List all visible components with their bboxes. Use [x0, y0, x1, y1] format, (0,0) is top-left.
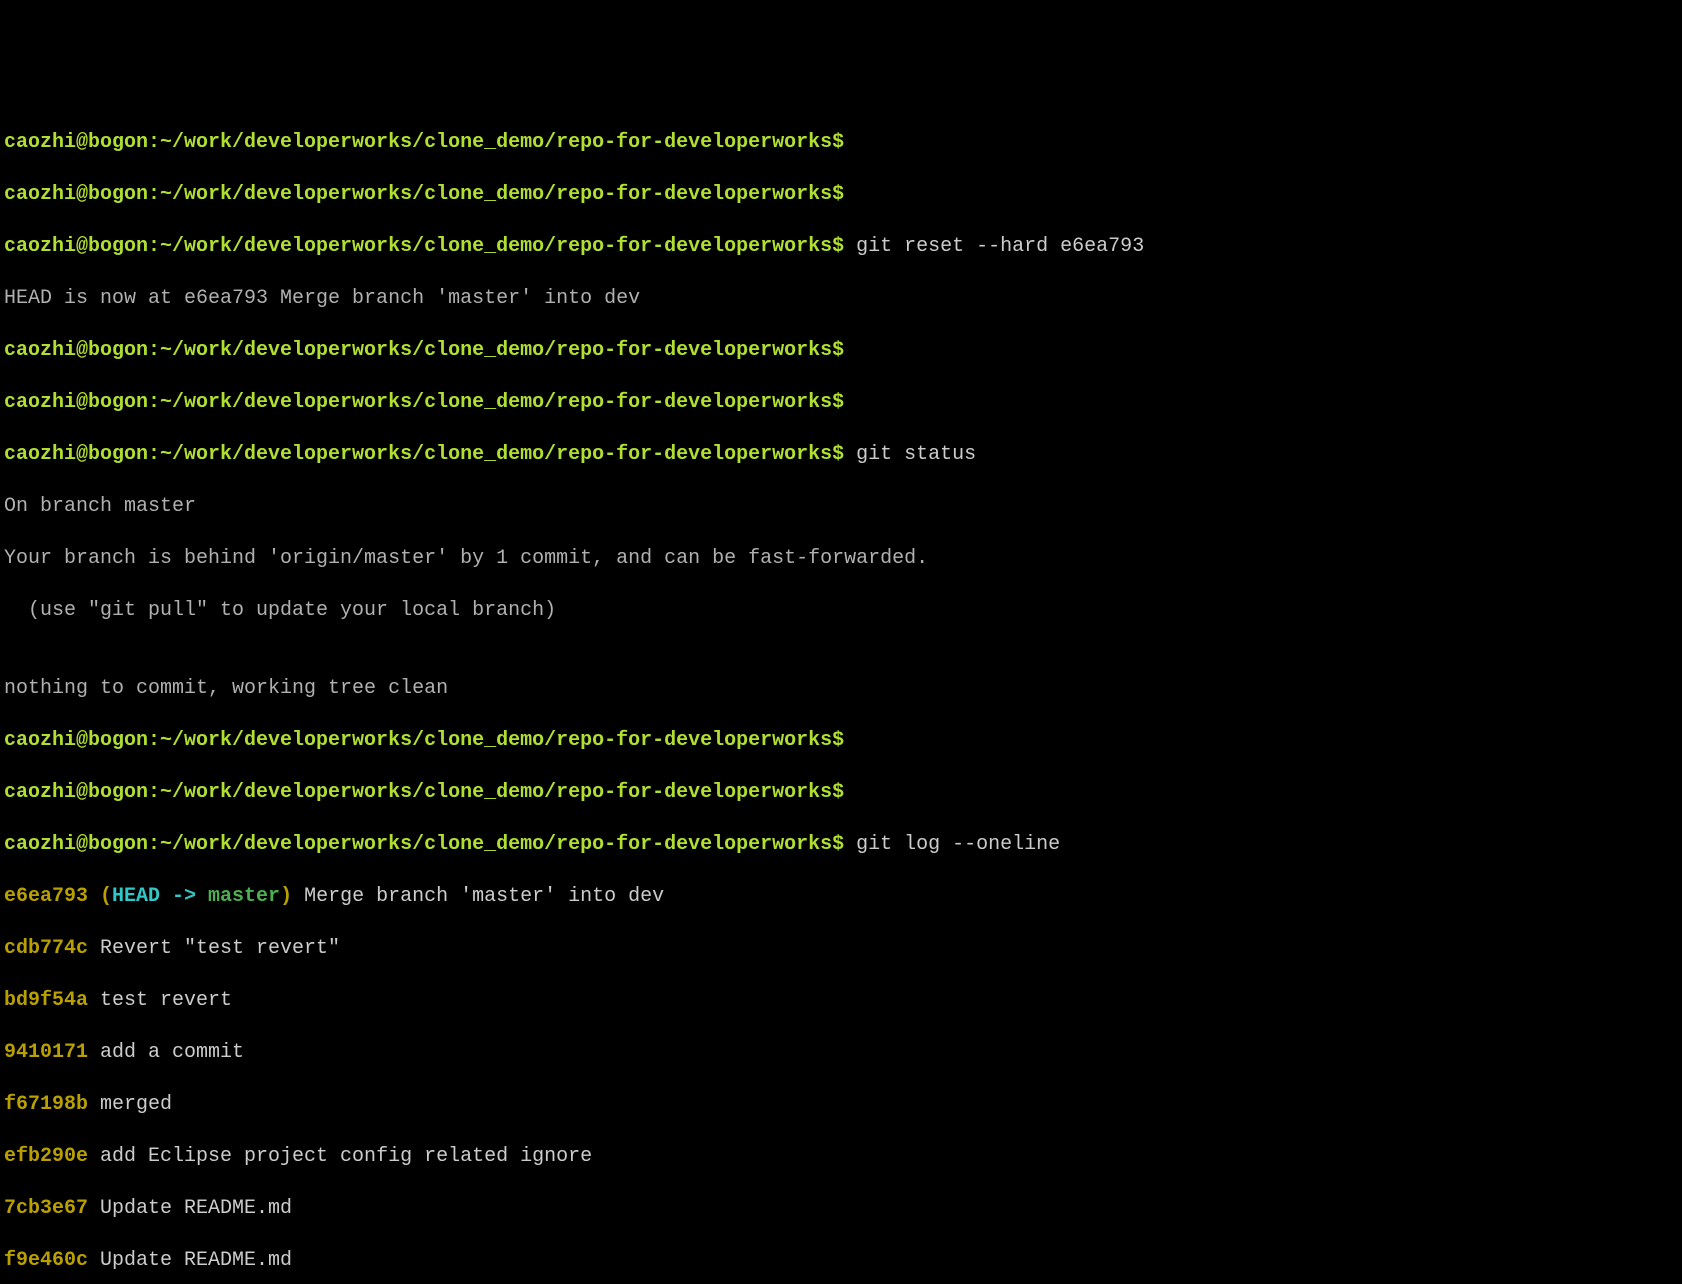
prompt-line: caozhi@bogon:~/work/developerworks/clone… — [4, 338, 1678, 364]
output-line: Your branch is behind 'origin/master' by… — [4, 546, 1678, 572]
command-text: git log --oneline — [844, 833, 1060, 856]
command-line: caozhi@bogon:~/work/developerworks/clone… — [4, 832, 1678, 858]
commit-message: add a commit — [88, 1041, 244, 1064]
head-ref: HEAD -> — [112, 885, 208, 908]
shell-prompt: caozhi@bogon:~/work/developerworks/clone… — [4, 183, 844, 206]
commit-message: Update README.md — [88, 1197, 292, 1220]
paren-close: ) — [280, 885, 292, 908]
log-entry: cdb774c Revert "test revert" — [4, 936, 1678, 962]
log-entry: f9e460c Update README.md — [4, 1248, 1678, 1274]
commit-message: Revert "test revert" — [88, 937, 340, 960]
prompt-line: caozhi@bogon:~/work/developerworks/clone… — [4, 390, 1678, 416]
shell-prompt: caozhi@bogon:~/work/developerworks/clone… — [4, 443, 844, 466]
branch-ref: master — [208, 885, 280, 908]
commit-hash: f9e460c — [4, 1249, 88, 1272]
prompt-line: caozhi@bogon:~/work/developerworks/clone… — [4, 780, 1678, 806]
commit-message: Merge branch 'master' into dev — [292, 885, 664, 908]
log-entry: 7cb3e67 Update README.md — [4, 1196, 1678, 1222]
shell-prompt: caozhi@bogon:~/work/developerworks/clone… — [4, 339, 844, 362]
command-text: git reset --hard e6ea793 — [844, 235, 1144, 258]
commit-message: add Eclipse project config related ignor… — [88, 1145, 592, 1168]
commit-hash: 7cb3e67 — [4, 1197, 88, 1220]
command-line: caozhi@bogon:~/work/developerworks/clone… — [4, 442, 1678, 468]
commit-hash: 9410171 — [4, 1041, 88, 1064]
shell-prompt: caozhi@bogon:~/work/developerworks/clone… — [4, 391, 844, 414]
commit-message: merged — [88, 1093, 172, 1116]
log-entry: e6ea793 (HEAD -> master) Merge branch 'm… — [4, 884, 1678, 910]
shell-prompt: caozhi@bogon:~/work/developerworks/clone… — [4, 833, 844, 856]
commit-hash: cdb774c — [4, 937, 88, 960]
log-entry: f67198b merged — [4, 1092, 1678, 1118]
commit-hash: efb290e — [4, 1145, 88, 1168]
paren-open: ( — [88, 885, 112, 908]
output-line: nothing to commit, working tree clean — [4, 676, 1678, 702]
prompt-line: caozhi@bogon:~/work/developerworks/clone… — [4, 728, 1678, 754]
shell-prompt: caozhi@bogon:~/work/developerworks/clone… — [4, 235, 844, 258]
command-line: caozhi@bogon:~/work/developerworks/clone… — [4, 234, 1678, 260]
commit-message: test revert — [88, 989, 232, 1012]
output-line: (use "git pull" to update your local bra… — [4, 598, 1678, 624]
commit-hash: e6ea793 — [4, 885, 88, 908]
terminal[interactable]: caozhi@bogon:~/work/developerworks/clone… — [0, 104, 1682, 1284]
prompt-line: caozhi@bogon:~/work/developerworks/clone… — [4, 182, 1678, 208]
log-entry: efb290e add Eclipse project config relat… — [4, 1144, 1678, 1170]
shell-prompt: caozhi@bogon:~/work/developerworks/clone… — [4, 131, 844, 154]
prompt-line: caozhi@bogon:~/work/developerworks/clone… — [4, 130, 1678, 156]
commit-hash: bd9f54a — [4, 989, 88, 1012]
commit-hash: f67198b — [4, 1093, 88, 1116]
output-line: HEAD is now at e6ea793 Merge branch 'mas… — [4, 286, 1678, 312]
command-text: git status — [844, 443, 976, 466]
log-entry: 9410171 add a commit — [4, 1040, 1678, 1066]
commit-message: Update README.md — [88, 1249, 292, 1272]
output-line: On branch master — [4, 494, 1678, 520]
log-entry: bd9f54a test revert — [4, 988, 1678, 1014]
shell-prompt: caozhi@bogon:~/work/developerworks/clone… — [4, 729, 844, 752]
shell-prompt: caozhi@bogon:~/work/developerworks/clone… — [4, 781, 844, 804]
